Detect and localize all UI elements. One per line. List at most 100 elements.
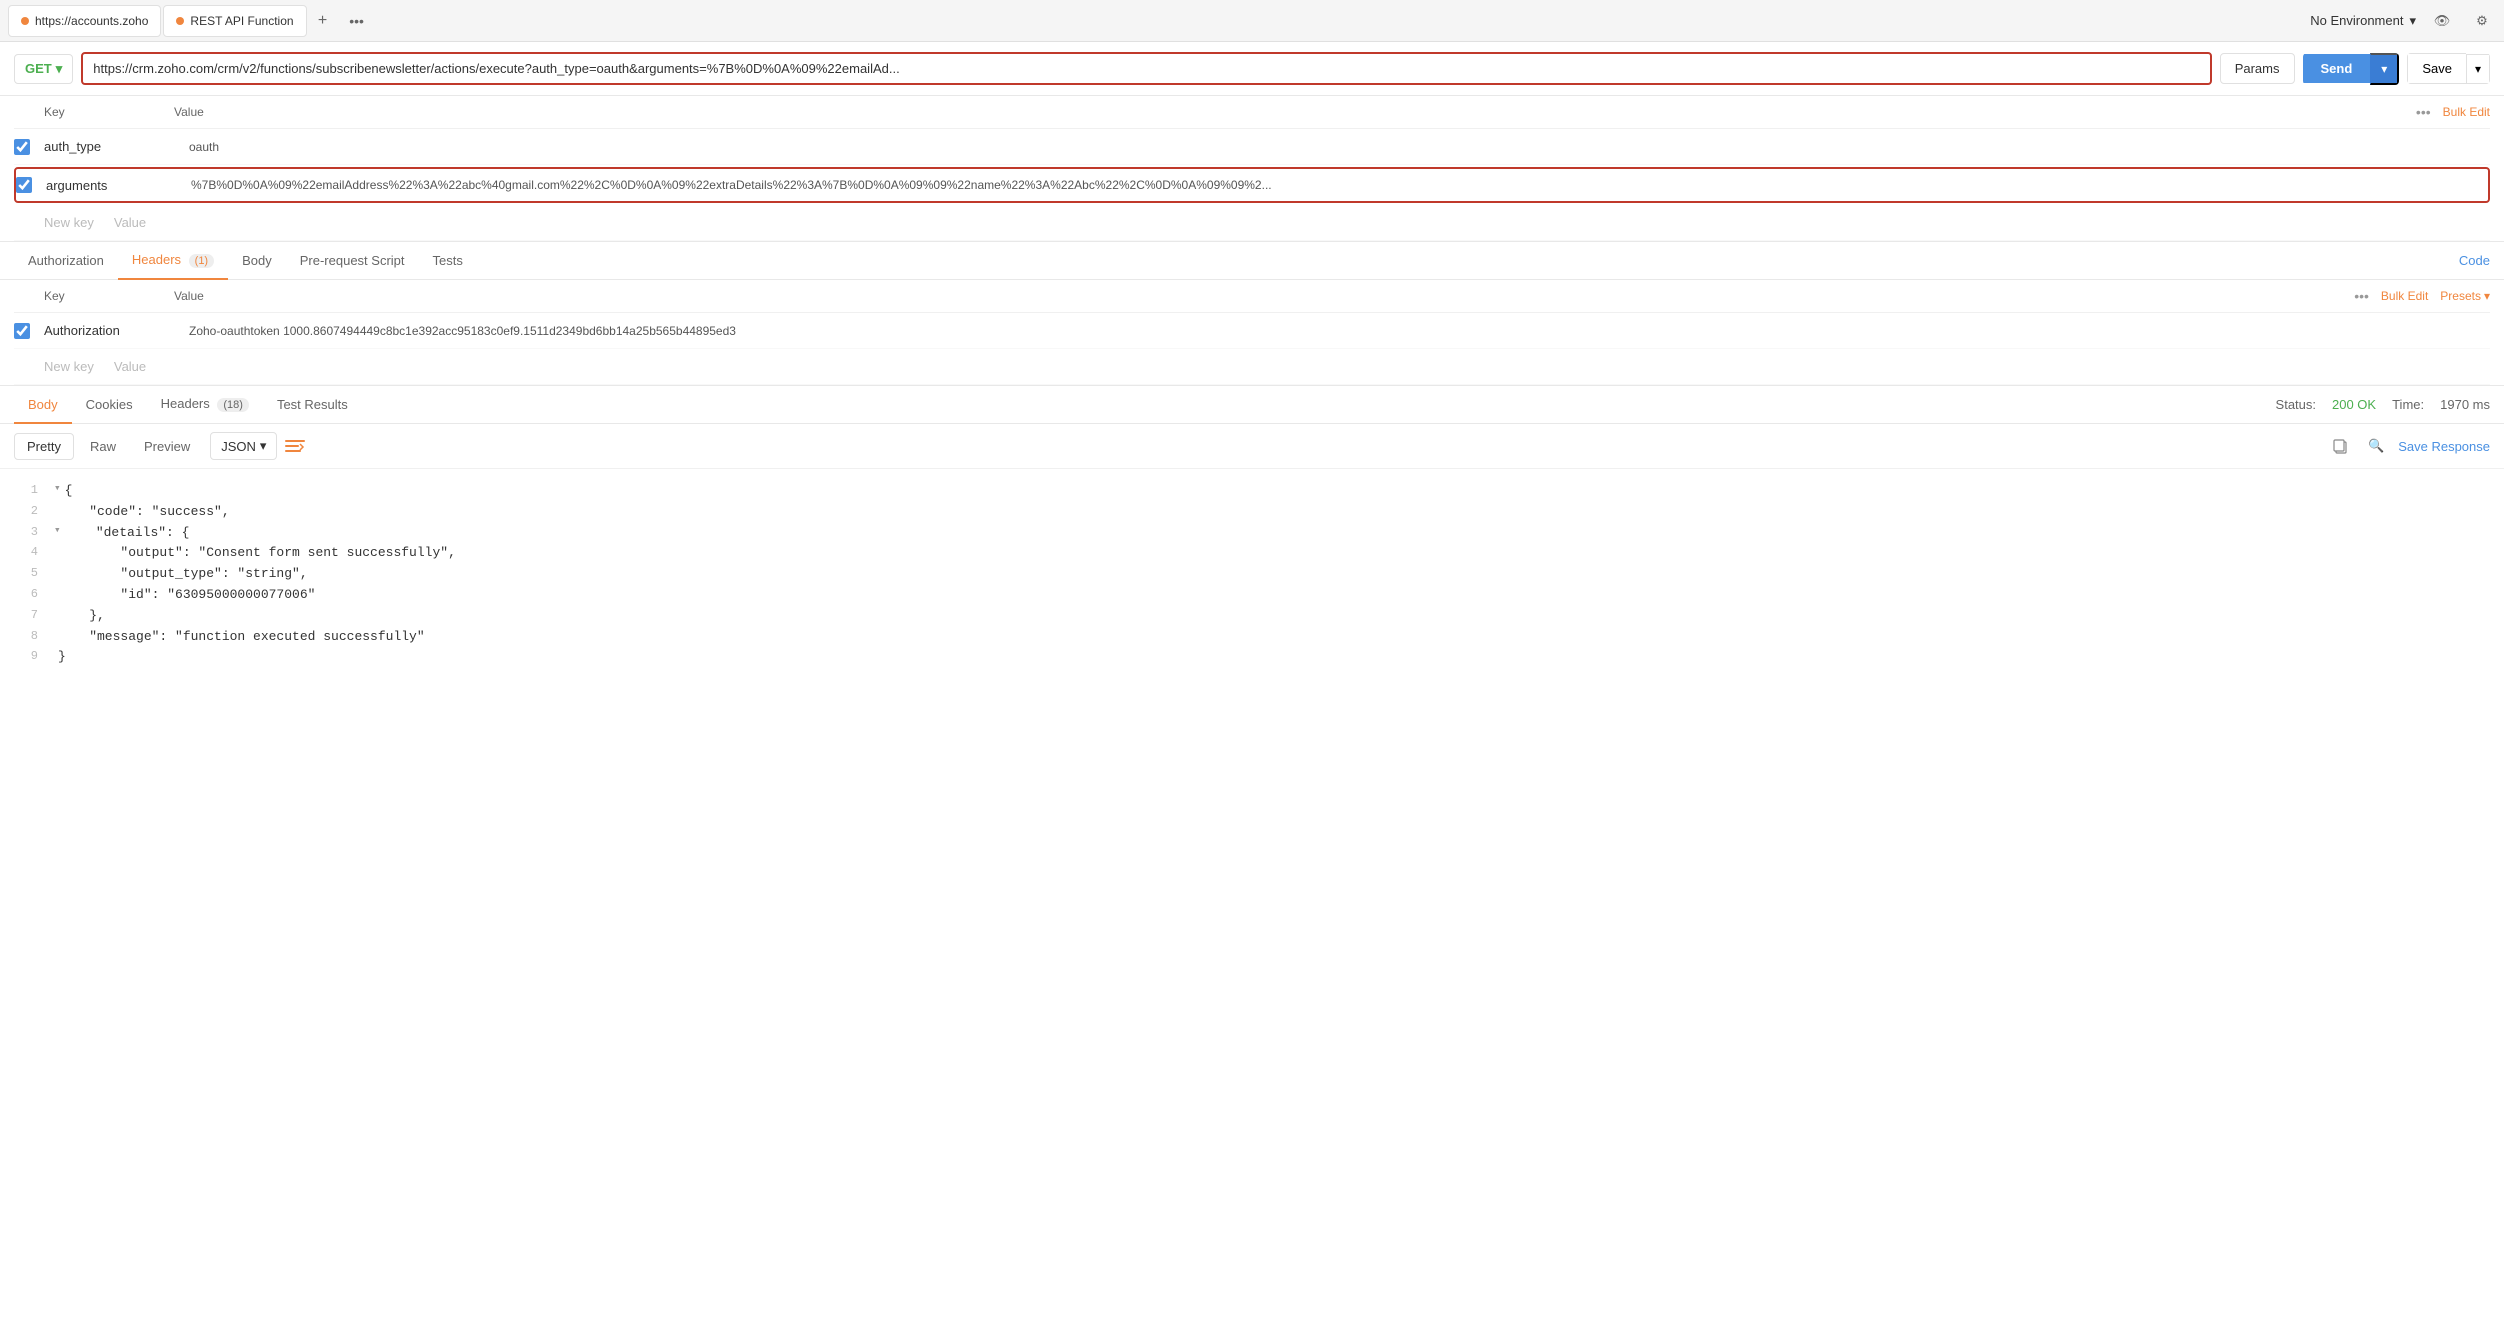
- tab-accounts-zoho[interactable]: https://accounts.zoho: [8, 5, 161, 37]
- response-headers-badge: (18): [217, 398, 249, 412]
- response-toolbar-right: 🔍 Save Response: [2326, 432, 2490, 460]
- time-label: Time:: [2392, 397, 2424, 412]
- bulk-edit-button[interactable]: Bulk Edit: [2381, 289, 2428, 303]
- tab-tests[interactable]: Tests: [419, 243, 477, 280]
- gear-icon[interactable]: ⚙: [2468, 7, 2496, 35]
- tab-prerequest-script[interactable]: Pre-request Script: [286, 243, 419, 280]
- json-format-selector[interactable]: JSON ▾: [210, 432, 277, 460]
- headers-badge: (1): [189, 254, 214, 268]
- line-content: }: [58, 647, 2490, 668]
- environment-selector[interactable]: No Environment ▾: [2310, 13, 2416, 29]
- new-header-value-placeholder[interactable]: Value: [114, 359, 146, 374]
- code-line: 6 "id": "63095000000077006": [14, 585, 2490, 606]
- params-actions: ••• Bulk Edit: [2416, 104, 2490, 120]
- res-tab-cookies[interactable]: Cookies: [72, 387, 147, 424]
- new-header-key-placeholder[interactable]: New key: [44, 359, 94, 374]
- tab-headers[interactable]: Headers (1): [118, 242, 228, 280]
- code-line: 8 "message": "function executed successf…: [14, 627, 2490, 648]
- code-link[interactable]: Code: [2459, 253, 2490, 268]
- line-number: 1: [14, 481, 54, 502]
- params-section: Key Value ••• Bulk Edit auth_type oauth …: [0, 96, 2504, 242]
- method-label: GET: [25, 61, 52, 76]
- tab-authorization[interactable]: Authorization: [14, 243, 118, 280]
- tab-add-button[interactable]: +: [309, 7, 337, 35]
- headers-table-header: Key Value ••• Bulk Edit Presets ▾: [14, 280, 2490, 313]
- save-button-group: Save ▾: [2407, 53, 2490, 84]
- response-tabs-bar: Body Cookies Headers (18) Test Results S…: [0, 386, 2504, 424]
- res-tab-test-results[interactable]: Test Results: [263, 387, 362, 424]
- line-content: {: [65, 481, 2490, 502]
- save-button[interactable]: Save: [2407, 53, 2466, 84]
- more-dots-icon[interactable]: •••: [2354, 288, 2369, 304]
- chevron-down-icon: ▾: [2409, 13, 2416, 29]
- more-dots-icon[interactable]: •••: [2416, 104, 2431, 120]
- response-code-area: 1▾{2 "code": "success",3▾ "details": {4 …: [0, 469, 2504, 680]
- param-key: auth_type: [44, 139, 189, 154]
- wrap-lines-icon[interactable]: [281, 432, 309, 460]
- bulk-edit-button[interactable]: Bulk Edit: [2443, 105, 2490, 119]
- header-value: Zoho-oauthtoken 1000.8607494449c8bc1e392…: [189, 324, 2490, 338]
- line-number: 3: [14, 523, 54, 544]
- format-raw-button[interactable]: Raw: [78, 434, 128, 459]
- save-dropdown-button[interactable]: ▾: [2466, 54, 2490, 84]
- chevron-down-icon: ▾: [260, 438, 267, 454]
- tab-more-button[interactable]: •••: [339, 7, 375, 35]
- res-tab-body[interactable]: Body: [14, 387, 72, 424]
- tab-label: REST API Function: [190, 14, 293, 28]
- new-param-row: New key Value: [14, 205, 2490, 241]
- param-row: auth_type oauth: [14, 129, 2490, 165]
- save-response-button[interactable]: Save Response: [2398, 439, 2490, 454]
- method-selector[interactable]: GET ▾: [14, 54, 73, 84]
- key-column-header: Key: [14, 289, 174, 303]
- request-bar: GET ▾ Params Send ▾ Save ▾: [0, 42, 2504, 96]
- send-dropdown-button[interactable]: ▾: [2370, 53, 2399, 85]
- code-line: 7 },: [14, 606, 2490, 627]
- params-header: Key Value ••• Bulk Edit: [14, 96, 2490, 129]
- line-content: "output": "Consent form sent successfull…: [58, 543, 2490, 564]
- status-label: Status:: [2276, 397, 2316, 412]
- param-checkbox[interactable]: [14, 139, 30, 155]
- tab-label: https://accounts.zoho: [35, 14, 148, 28]
- fold-icon[interactable]: ▾: [54, 481, 61, 502]
- send-button[interactable]: Send: [2303, 54, 2371, 83]
- line-content: "code": "success",: [58, 502, 2490, 523]
- status-area: Status: 200 OK Time: 1970 ms: [2276, 397, 2490, 412]
- line-content: "details": {: [65, 523, 2490, 544]
- param-key: arguments: [46, 178, 191, 193]
- line-number: 2: [14, 502, 54, 523]
- key-column-header: Key: [14, 105, 174, 119]
- header-row-authorization: Authorization Zoho-oauthtoken 1000.86074…: [14, 313, 2490, 349]
- tab-dot: [176, 17, 184, 25]
- format-preview-button[interactable]: Preview: [132, 434, 202, 459]
- line-content: },: [58, 606, 2490, 627]
- new-header-row: New key Value: [14, 349, 2490, 385]
- presets-button[interactable]: Presets ▾: [2440, 289, 2490, 303]
- tab-rest-api[interactable]: REST API Function: [163, 5, 306, 37]
- value-column-header: Value: [174, 289, 2354, 303]
- tab-bar-right: No Environment ▾ 👁 ⚙: [2310, 7, 2496, 35]
- res-tab-headers[interactable]: Headers (18): [147, 386, 263, 424]
- line-number: 4: [14, 543, 54, 564]
- fold-icon[interactable]: ▾: [54, 523, 61, 544]
- environment-label: No Environment: [2310, 13, 2403, 28]
- tab-body[interactable]: Body: [228, 243, 286, 280]
- status-value: 200 OK: [2332, 397, 2376, 412]
- param-value: oauth: [189, 140, 2490, 154]
- line-number: 9: [14, 647, 54, 668]
- header-key: Authorization: [44, 323, 189, 338]
- url-input[interactable]: [81, 52, 2211, 85]
- copy-icon[interactable]: [2326, 432, 2354, 460]
- param-checkbox[interactable]: [16, 177, 32, 193]
- new-key-placeholder[interactable]: New key: [44, 215, 94, 230]
- code-line: 2 "code": "success",: [14, 502, 2490, 523]
- code-line: 5 "output_type": "string",: [14, 564, 2490, 585]
- format-pretty-button[interactable]: Pretty: [14, 433, 74, 460]
- eye-icon[interactable]: 👁: [2428, 7, 2456, 35]
- params-button[interactable]: Params: [2220, 53, 2295, 84]
- headers-section: Key Value ••• Bulk Edit Presets ▾ Author…: [0, 280, 2504, 386]
- request-tabs-nav: Authorization Headers (1) Body Pre-reque…: [0, 242, 2504, 280]
- new-value-placeholder[interactable]: Value: [114, 215, 146, 230]
- header-checkbox[interactable]: [14, 323, 30, 339]
- line-number: 7: [14, 606, 54, 627]
- search-icon[interactable]: 🔍: [2362, 432, 2390, 460]
